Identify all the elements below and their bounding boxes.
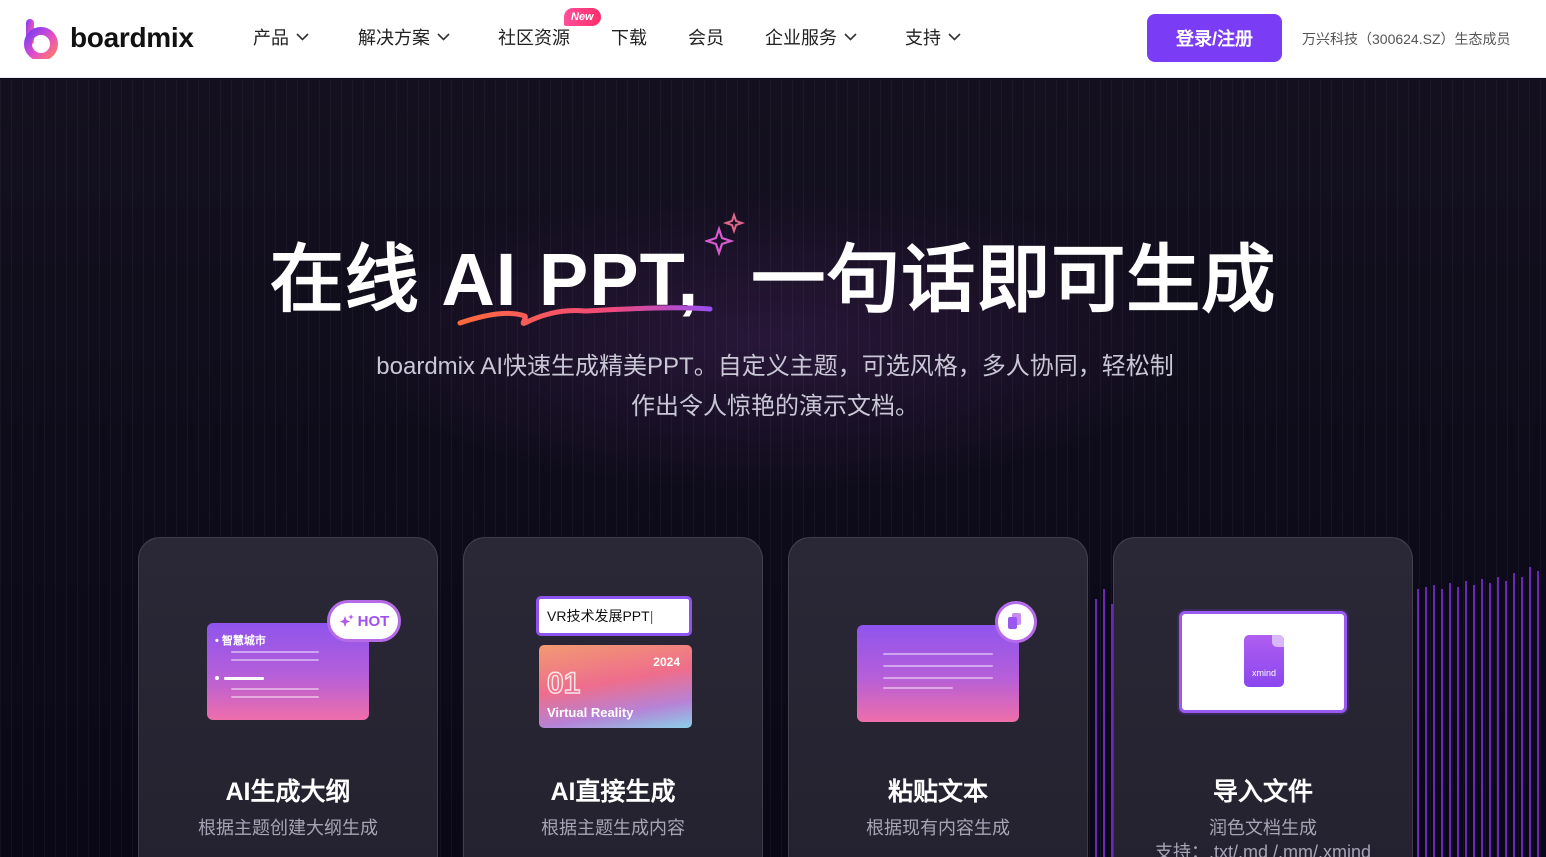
hot-badge-label: HOT	[357, 612, 390, 630]
cover-label: Virtual Reality	[547, 705, 634, 720]
logo-wordmark: boardmix	[70, 22, 194, 53]
chevron-down-icon	[437, 33, 450, 41]
text-line	[883, 677, 993, 679]
text-line	[231, 651, 319, 653]
copy-badge	[995, 601, 1037, 643]
underline-swoosh-decoration	[457, 305, 713, 326]
card-import-file[interactable]: xmind 导入文件 润色文档生成 支持：.txt/.md /.mm/.xmin…	[1113, 537, 1413, 857]
cover-number: 01	[546, 666, 581, 701]
hero-subtitle-line: boardmix AI快速生成精美PPT。自定义主题，可选风格，多人协同，轻松制	[376, 353, 1174, 380]
topic-input-illustration: VR技术发展PPT|	[536, 596, 692, 636]
nav-item-label: 产品	[253, 28, 289, 48]
card-ai-outline[interactable]: • 智慧城市 HOT AI生成大纲 根据主题创建大纲生成	[138, 537, 438, 857]
hero-subtitle-line: 作出令人惊艳的演示文档。	[631, 393, 919, 420]
card-title: 粘贴文本	[887, 778, 988, 806]
chevron-down-icon	[844, 33, 857, 41]
text-line	[231, 688, 319, 690]
nav-item-label: 社区资源	[498, 28, 570, 48]
text-line	[231, 659, 319, 661]
login-register-button[interactable]: 登录/注册	[1147, 14, 1282, 62]
cover-year: 2024	[653, 655, 680, 669]
text-line	[883, 665, 993, 667]
chevron-down-icon	[296, 33, 309, 41]
text-line	[883, 653, 993, 655]
hero-title-part2: 一句话即可生成	[751, 238, 1277, 321]
hero-section: 在线 AI PPT, 一句话即可生成 boardmix AI快速生成精美PPT。自…	[0, 79, 1546, 857]
nav-item-enterprise[interactable]: 企业服务	[765, 24, 857, 50]
nav-item-label: 下载	[611, 28, 647, 48]
card-ai-direct[interactable]: VR技术发展PPT| 2024 01 Virtual Reality AI直接生…	[463, 537, 763, 857]
bullet	[215, 676, 219, 680]
nav-item-label: 解决方案	[358, 28, 430, 48]
card-title: AI生成大纲	[225, 778, 351, 806]
nav-item-download[interactable]: 下载	[611, 24, 647, 50]
paste-slide-illustration	[857, 625, 1019, 722]
ecosystem-member-text: 万兴科技（300624.SZ）生态成员	[1302, 31, 1511, 47]
nav-item-community[interactable]: 社区资源	[498, 24, 570, 50]
copy-icon	[1008, 613, 1021, 629]
card-title: AI直接生成	[550, 778, 676, 806]
chevron-down-icon	[948, 33, 961, 41]
nav-item-product[interactable]: 产品	[253, 24, 309, 50]
nav-item-label: 企业服务	[765, 28, 837, 48]
nav-item-label: 会员	[688, 28, 724, 48]
xmind-file-icon: xmind	[1244, 635, 1284, 687]
nav-item-label: 支持	[905, 28, 941, 48]
topic-input-text: VR技术发展PPT	[547, 608, 650, 624]
boardmix-logo[interactable]: boardmix	[24, 17, 194, 59]
card-paste-text[interactable]: 粘贴文本 根据现有内容生成	[788, 537, 1088, 857]
text-line	[231, 696, 319, 698]
file-type-label: xmind	[1251, 668, 1276, 678]
new-badge: New	[564, 8, 601, 26]
supported-formats-text: 支持：.txt/.md /.mm/.xmind	[1154, 842, 1372, 857]
sparkle-icon	[705, 211, 745, 257]
nav-item-solutions[interactable]: 解决方案	[358, 24, 450, 50]
vr-cover-illustration: 2024 01 Virtual Reality	[539, 645, 692, 728]
hero-title: 在线 AI PPT, 一句话即可生成	[0, 220, 1546, 327]
text-line	[883, 687, 953, 689]
card-description: 根据现有内容生成	[866, 818, 1010, 838]
file-import-illustration: xmind	[1179, 611, 1347, 713]
slide-heading: • 智慧城市	[215, 635, 266, 647]
card-description: 润色文档生成	[1209, 818, 1317, 838]
sparkle-icon	[339, 614, 354, 627]
top-navbar: boardmix 产品 解决方案 社区资源 New 下载 会员 企业服务 支持 …	[0, 0, 1546, 78]
boardmix-logo-icon	[24, 19, 58, 59]
nav-item-support[interactable]: 支持	[905, 24, 961, 50]
hot-badge: HOT	[327, 600, 401, 642]
hero-subtitle: boardmix AI快速生成精美PPT。自定义主题，可选风格，多人协同，轻松制…	[350, 347, 1200, 427]
card-title: 导入文件	[1212, 778, 1313, 806]
card-description: 根据主题生成内容	[541, 818, 685, 838]
card-description: 根据主题创建大纲生成	[198, 818, 378, 838]
text-line	[224, 677, 264, 680]
file-corner-fold	[1272, 635, 1284, 647]
nav-item-membership[interactable]: 会员	[688, 24, 724, 50]
